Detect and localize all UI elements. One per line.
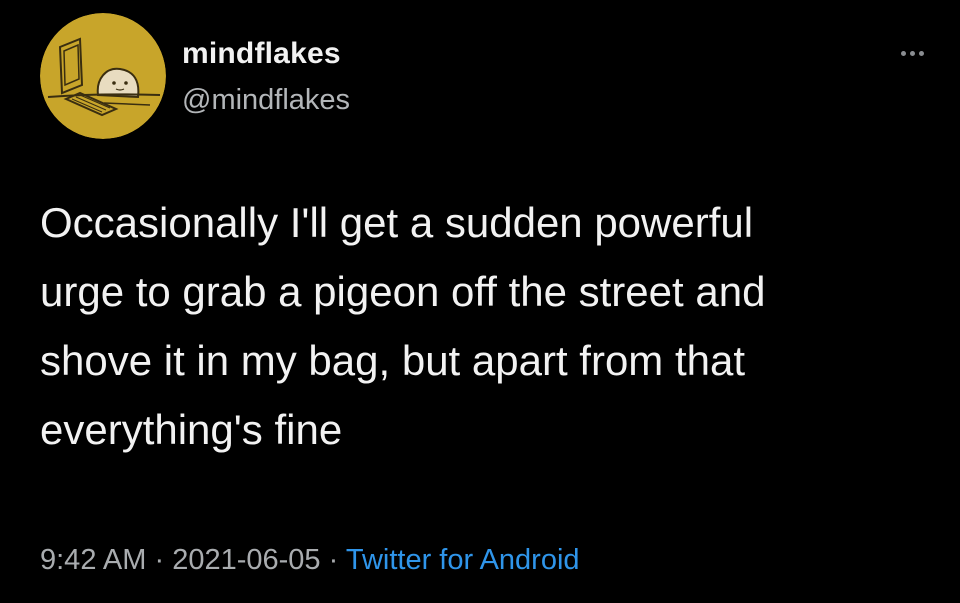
tweet-metadata: 9:42 AM · 2021-06-05 · Twitter for Andro… — [40, 540, 580, 580]
separator-dot: · — [154, 544, 165, 576]
tweet-card: mindflakes @mindflakes Occasionally I'll… — [0, 0, 960, 603]
avatar-illustration-icon — [40, 13, 166, 139]
user-handle[interactable]: @mindflakes — [182, 80, 350, 120]
tweet-text-line: urge to grab a pigeon off the street and — [40, 268, 766, 315]
more-options-icon — [909, 50, 915, 56]
author-block: mindflakes @mindflakes — [182, 36, 350, 120]
avatar[interactable] — [40, 13, 166, 139]
more-options-button[interactable] — [890, 42, 934, 64]
more-options-icon — [918, 50, 924, 56]
tweet-text: Occasionally I'll get a sudden powerful … — [40, 188, 940, 464]
tweet-source-link[interactable]: Twitter for Android — [346, 544, 580, 576]
tweet-text-line: shove it in my bag, but apart from that — [40, 337, 746, 384]
tweet-date[interactable]: 2021-06-05 — [172, 544, 320, 576]
tweet-text-line: Occasionally I'll get a sudden powerful — [40, 199, 754, 246]
display-name[interactable]: mindflakes — [182, 36, 350, 72]
more-options-icon — [900, 50, 906, 56]
separator-dot: · — [328, 544, 339, 576]
tweet-time[interactable]: 9:42 AM — [40, 544, 146, 576]
tweet-text-line: everything's fine — [40, 406, 343, 453]
